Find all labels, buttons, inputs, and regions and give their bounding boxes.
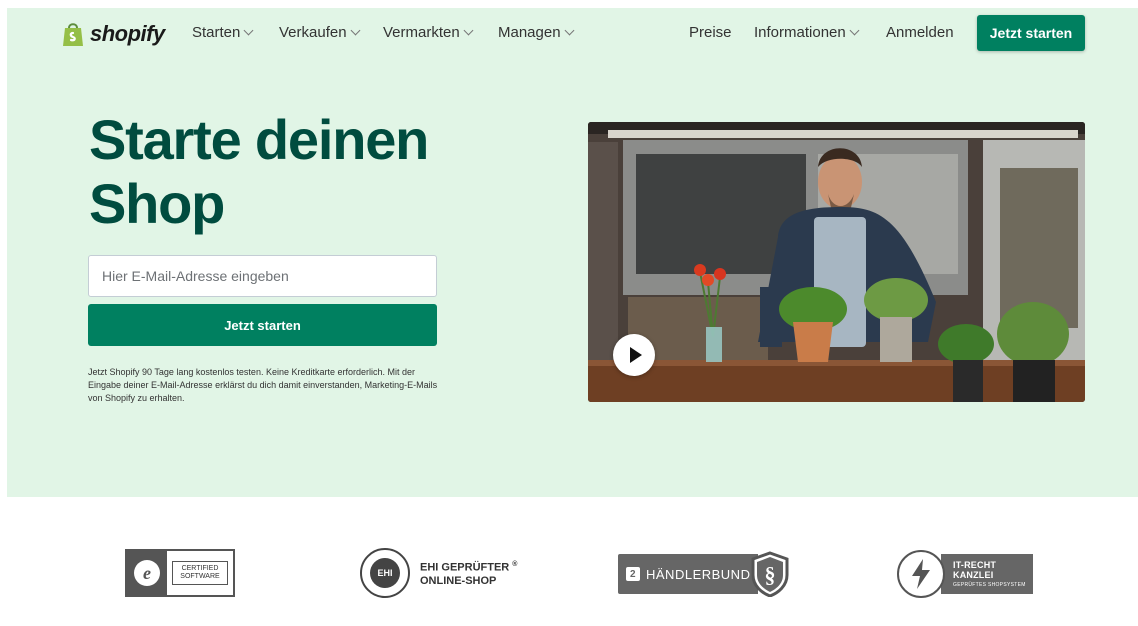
nav-item-vermarkten[interactable]: Vermarkten [383, 24, 474, 41]
headline-line-1: Starte deinen [89, 108, 429, 171]
shield-icon: § [751, 551, 789, 597]
headline-line-2: Shop [89, 172, 225, 235]
ehi-line-1: EHI GEPRÜFTER [420, 561, 510, 574]
it-recht-badge: IT-RECHT KANZLEI GEPRÜFTES SHOPSYSTEM [897, 550, 1033, 598]
ehi-seal-icon: EHI [360, 548, 410, 598]
haendlerbund-logo-icon: 2 [626, 567, 640, 581]
certified-software-badge: e CERTIFIED SOFTWARE [125, 549, 235, 597]
nav-item-starten[interactable]: Starten [192, 24, 254, 41]
nav-item-label: Verkaufen [279, 24, 347, 41]
nav-start-button[interactable]: Jetzt starten [977, 15, 1085, 51]
certified-line-2: SOFTWARE [180, 573, 220, 580]
haendlerbund-badge: 2 HÄNDLERBUND § [618, 551, 790, 597]
nav-item-label: Informationen [754, 24, 846, 41]
logo-wordmark: shopify [90, 21, 165, 46]
svg-text:e: e [143, 563, 151, 583]
video-thumbnail-illustration [588, 122, 1085, 402]
shopping-bag-icon [63, 23, 83, 46]
registered-mark: ® [512, 561, 518, 569]
nav-item-label: Starten [192, 24, 241, 41]
lightning-icon [897, 550, 945, 598]
chevron-down-icon [463, 25, 474, 36]
certified-line-1: CERTIFIED [181, 565, 219, 572]
nav-item-verkaufen[interactable]: Verkaufen [279, 24, 361, 41]
chevron-down-icon [849, 25, 860, 36]
it-recht-line-2: GEPRÜFTES SHOPSYSTEM [953, 582, 1026, 588]
nav-item-label: Managen [498, 24, 561, 41]
nav-item-label: Preise [689, 24, 732, 41]
ehi-seal-text: EHI [370, 558, 400, 588]
top-navigation: shopify Starten Verkaufen Vermarkten Man… [7, 8, 1138, 58]
haendlerbund-bar: 2 HÄNDLERBUND [618, 554, 758, 594]
nav-item-label: Vermarkten [383, 24, 460, 41]
it-recht-bar: IT-RECHT KANZLEI GEPRÜFTES SHOPSYSTEM [941, 554, 1033, 594]
ehi-badge: EHI EHI GEPRÜFTER ® ONLINE-SHOP [360, 548, 517, 598]
ehi-line-2: ONLINE-SHOP [420, 574, 497, 587]
hero-section: shopify Starten Verkaufen Vermarkten Man… [7, 8, 1138, 497]
chevron-down-icon [564, 25, 575, 36]
play-icon [629, 347, 642, 363]
nav-item-managen[interactable]: Managen [498, 24, 575, 41]
shopify-logo[interactable]: shopify [62, 21, 165, 47]
hero-video[interactable] [588, 122, 1085, 402]
ehi-text: EHI GEPRÜFTER ® ONLINE-SHOP [420, 558, 517, 588]
nav-item-preise[interactable]: Preise [689, 24, 732, 41]
play-button[interactable] [613, 334, 655, 376]
nav-item-informationen[interactable]: Informationen [754, 24, 860, 41]
chevron-down-icon [350, 25, 361, 36]
it-recht-line-1: IT-RECHT KANZLEI [953, 560, 997, 580]
haendlerbund-label: HÄNDLERBUND [646, 566, 751, 582]
hero-headline: Starte deinen Shop [89, 108, 509, 236]
paragraph-sign: § [765, 562, 776, 587]
chevron-down-icon [243, 25, 254, 36]
trial-disclaimer: Jetzt Shopify 90 Tage lang kostenlos tes… [88, 367, 438, 403]
login-link[interactable]: Anmelden [886, 24, 954, 41]
nav-item-label: Anmelden [886, 24, 954, 41]
hero-start-button[interactable]: Jetzt starten [88, 304, 437, 346]
certified-text: CERTIFIED SOFTWARE [172, 561, 228, 585]
email-input[interactable] [88, 255, 437, 297]
e-seal-icon: e [127, 551, 167, 595]
